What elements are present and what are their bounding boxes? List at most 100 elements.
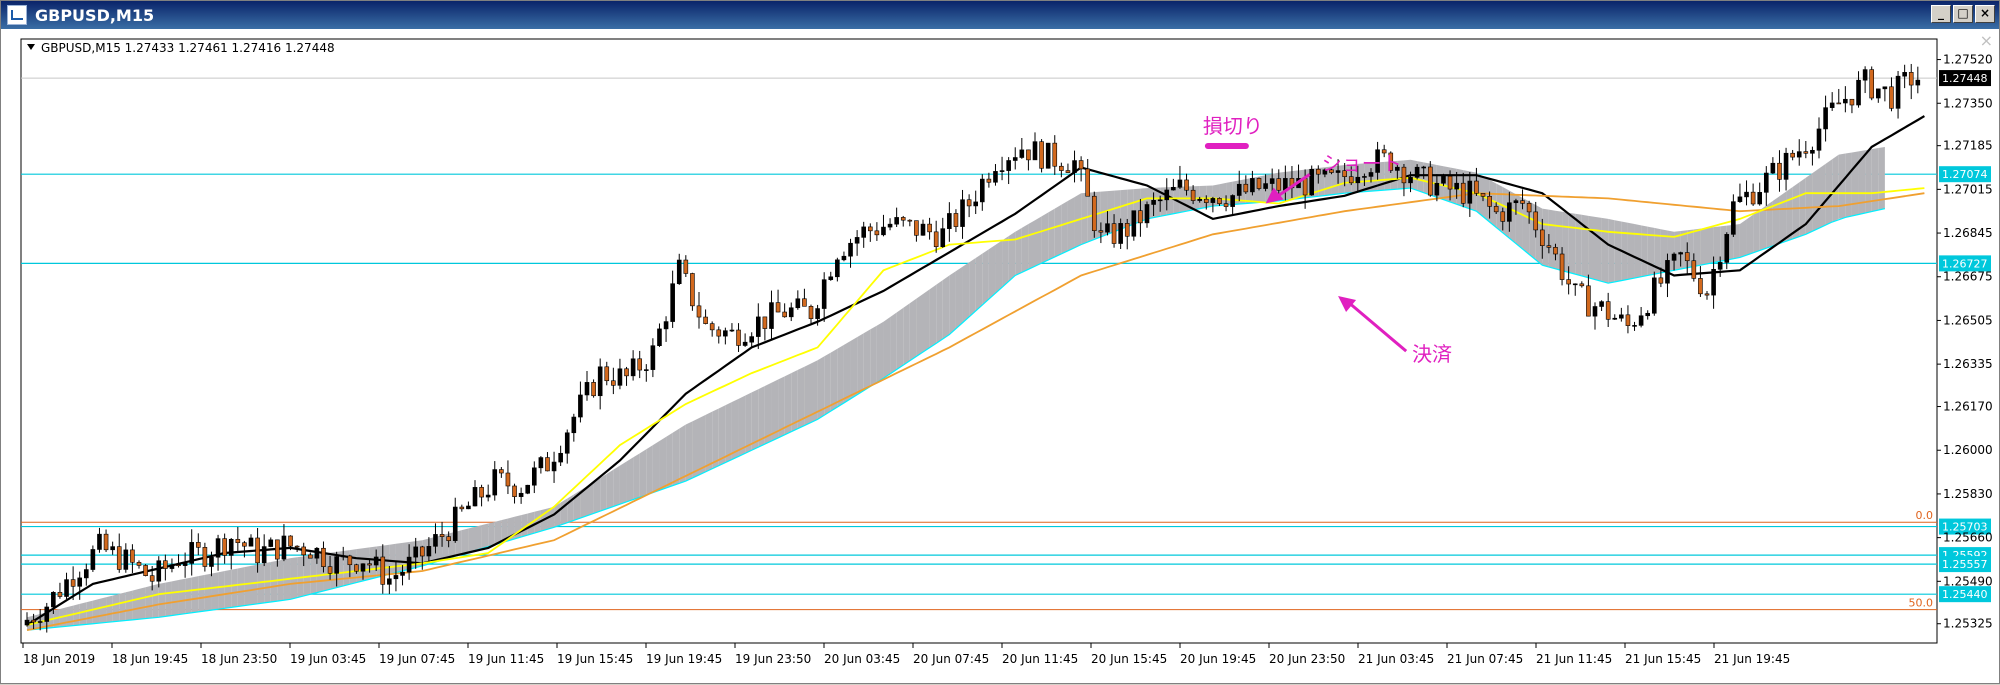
candle-body[interactable] [70,579,76,587]
candle-body[interactable] [907,219,913,222]
candle-body[interactable] [676,259,682,285]
candle-body[interactable] [1421,166,1427,169]
candle-body[interactable] [1823,107,1828,130]
candle-body[interactable] [1414,166,1420,178]
candle-body[interactable] [1763,172,1769,193]
candle-body[interactable] [749,336,755,343]
candle-body[interactable] [1171,186,1176,191]
candle-body[interactable] [1401,166,1407,184]
candle-body[interactable] [966,199,972,207]
candle-body[interactable] [986,178,992,183]
candle-body[interactable] [354,564,359,572]
candle-body[interactable] [1177,179,1183,188]
candle-body[interactable] [1105,223,1110,233]
candle-body[interactable] [637,358,643,371]
candle-body[interactable] [1197,198,1203,201]
candle-body[interactable] [31,619,36,623]
candle-body[interactable] [400,571,405,576]
candle-body[interactable] [97,533,102,550]
candle-body[interactable] [222,538,227,556]
candle-body[interactable] [1493,206,1499,213]
candle-body[interactable] [1546,245,1552,248]
candle-body[interactable] [1856,79,1861,106]
candle-body[interactable] [1263,183,1268,189]
candle-body[interactable] [1138,210,1143,224]
candle-body[interactable] [900,217,906,221]
candle-body[interactable] [169,564,175,569]
candle-body[interactable] [1651,277,1657,314]
candle-body[interactable] [716,329,722,337]
candle-body[interactable] [413,546,419,558]
candle-body[interactable] [419,546,425,557]
candle-body[interactable] [1553,247,1558,255]
candle-body[interactable] [775,302,781,313]
candle-body[interactable] [1131,210,1137,237]
candle-body[interactable] [202,547,208,567]
candle-body[interactable] [393,575,399,580]
candle-body[interactable] [268,539,274,547]
candle-body[interactable] [1810,149,1815,154]
candle-body[interactable] [1796,151,1802,158]
candle-body[interactable] [1533,211,1539,231]
candle-body[interactable] [314,547,320,559]
candle-body[interactable] [143,565,148,576]
candle-body[interactable] [1770,162,1776,174]
candle-body[interactable] [1737,196,1743,202]
candle-body[interactable] [1678,252,1683,255]
candle-body[interactable] [1836,102,1842,105]
candle-body[interactable] [1889,86,1894,109]
candle-body[interactable] [960,199,965,227]
candle-body[interactable] [1111,223,1117,244]
candle-body[interactable] [881,226,886,236]
candle-body[interactable] [1645,312,1651,317]
candle-body[interactable] [1902,72,1907,77]
candle-body[interactable] [1487,195,1492,207]
candle-body[interactable] [1091,195,1097,231]
candle-body[interactable] [1408,177,1413,184]
candle-body[interactable] [1059,165,1064,171]
candle-body[interactable] [1684,252,1690,262]
candle-body[interactable] [1507,202,1512,222]
price-chart[interactable]: GBPUSD,M15 1.27433 1.27461 1.27416 1.274… [1,1,2000,685]
candle-body[interactable] [83,569,89,579]
candle-body[interactable] [472,487,478,507]
candle-body[interactable] [1790,152,1795,158]
candle-body[interactable] [1658,277,1664,284]
candle-body[interactable] [690,273,695,307]
candle-body[interactable] [1157,199,1163,202]
candle-body[interactable] [1250,178,1255,193]
candle-body[interactable] [1500,211,1506,222]
candle-body[interactable] [466,505,471,510]
candle-body[interactable] [426,546,432,557]
candle-body[interactable] [130,549,135,563]
candle-body[interactable] [861,226,867,238]
candle-body[interactable] [1625,314,1631,326]
candle-body[interactable] [380,556,386,585]
candle-body[interactable] [953,213,959,227]
candle-body[interactable] [518,492,524,497]
candle-body[interactable] [769,302,774,329]
candle-body[interactable] [149,575,155,582]
candle-body[interactable] [1895,75,1901,109]
candle-body[interactable] [788,307,794,318]
candle-body[interactable] [1757,192,1763,205]
candle-body[interactable] [228,538,234,556]
candle-body[interactable] [1665,260,1670,284]
candle-body[interactable] [116,546,122,570]
candle-body[interactable] [110,546,115,551]
candle-body[interactable] [406,556,412,573]
candle-body[interactable] [1447,175,1453,190]
candle-body[interactable] [347,555,353,566]
candle-body[interactable] [1843,98,1848,104]
candle-body[interactable] [1869,69,1875,99]
candle-body[interactable] [77,577,83,587]
candle-body[interactable] [1599,301,1604,307]
candle-body[interactable] [564,432,570,454]
candle-body[interactable] [1012,157,1018,161]
candle-body[interactable] [156,560,162,582]
candle-body[interactable] [650,345,656,370]
candle-body[interactable] [723,330,728,337]
candle-body[interactable] [1671,253,1677,261]
candle-body[interactable] [993,171,998,183]
candle-body[interactable] [742,341,748,346]
